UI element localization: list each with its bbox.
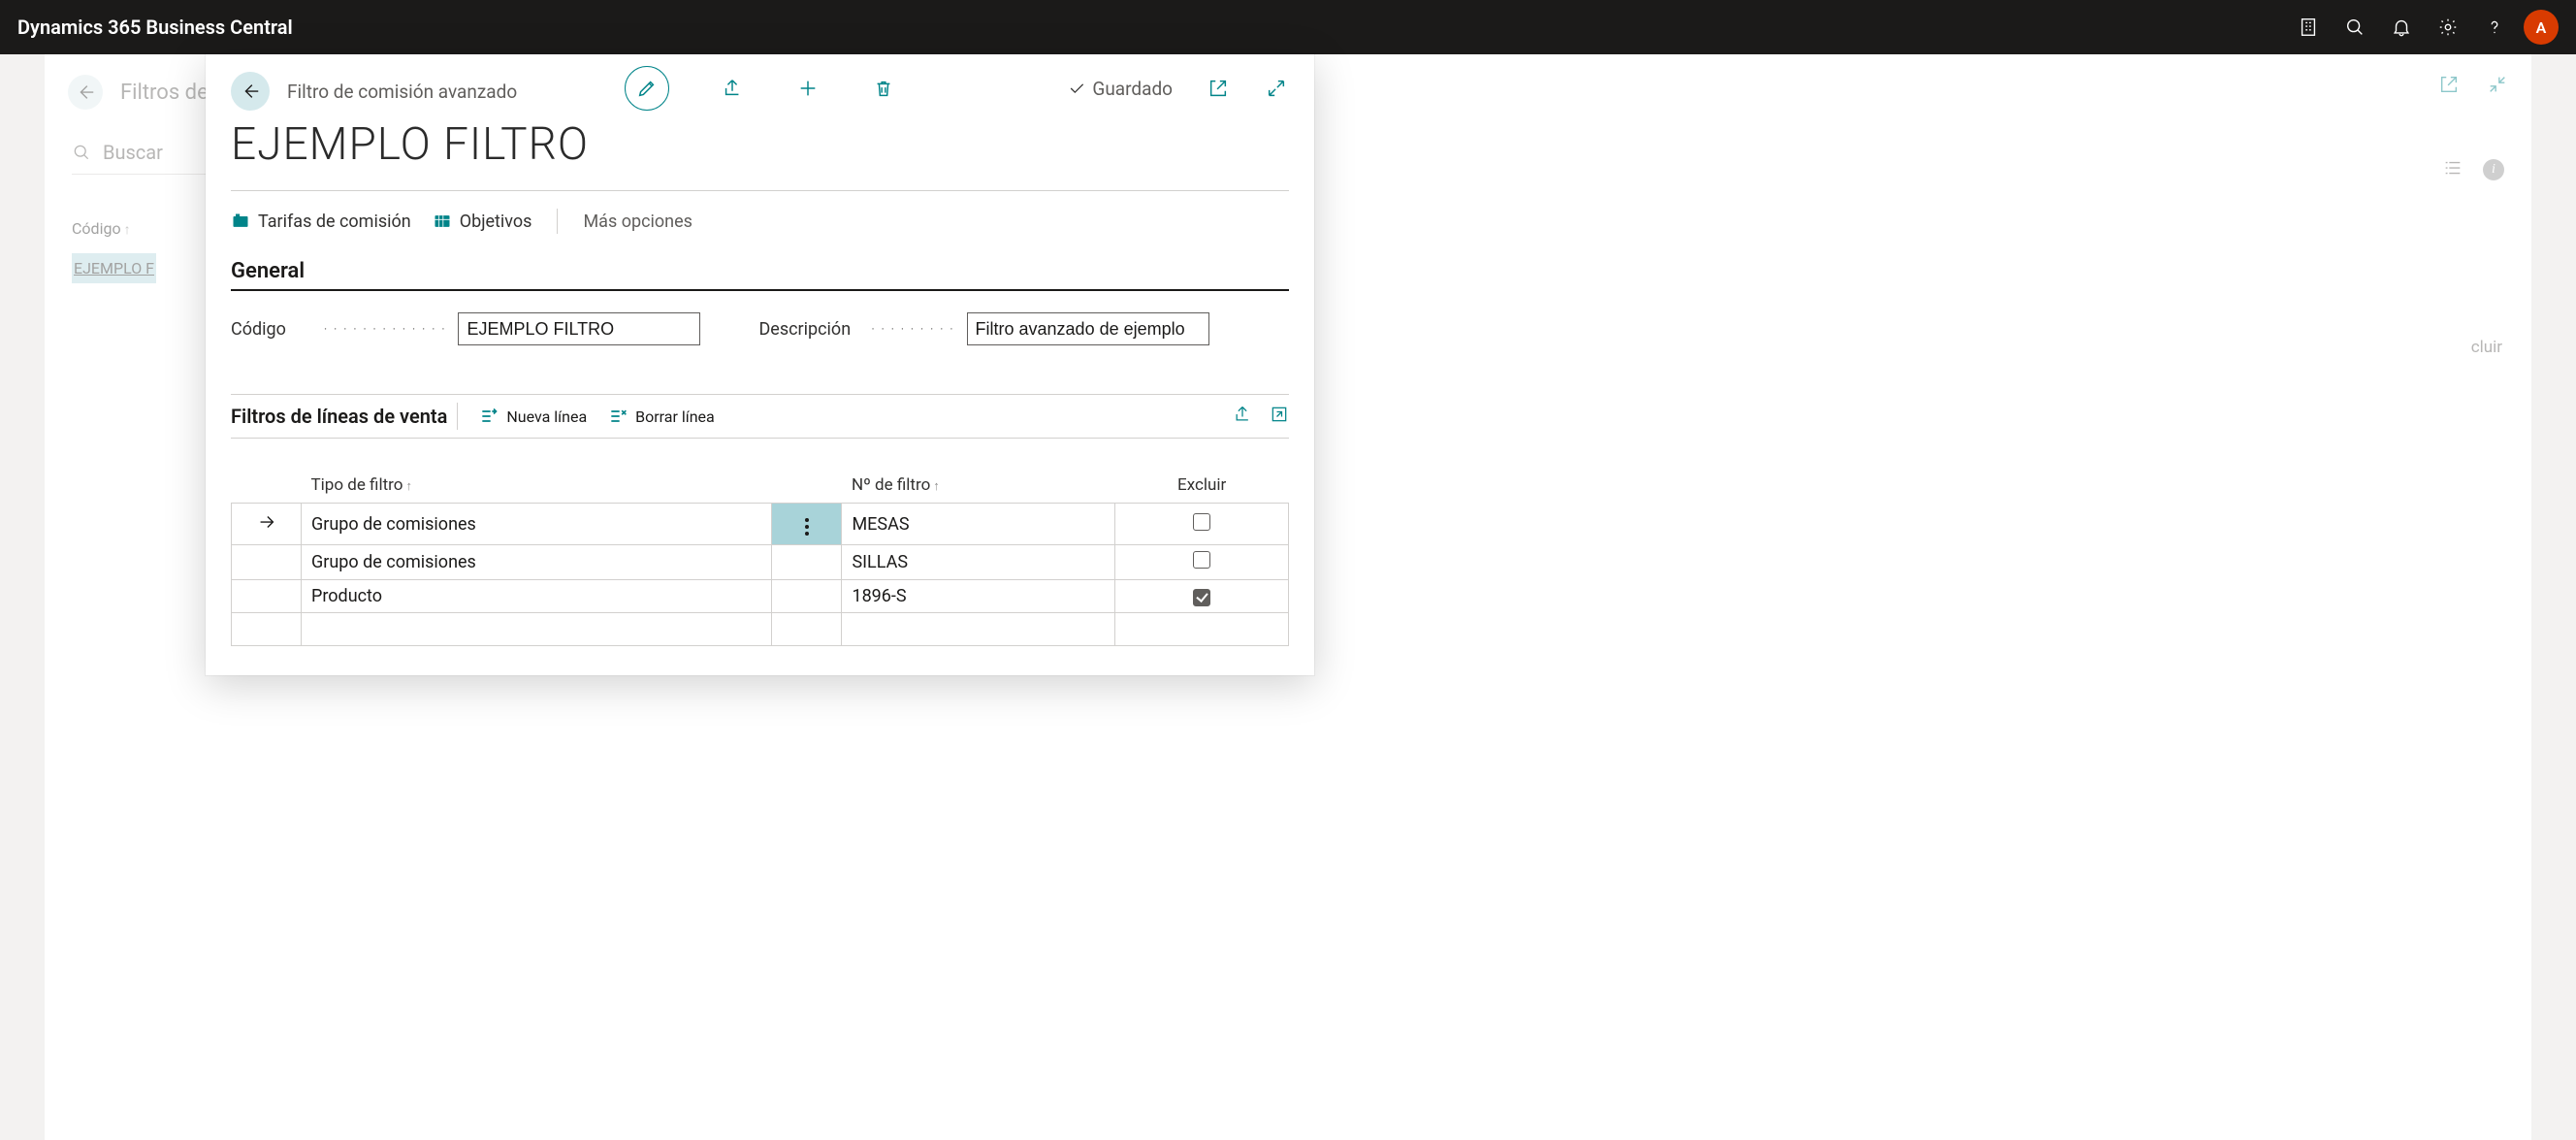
row-menu-button[interactable] (772, 580, 842, 613)
list-search-placeholder: Buscar (103, 141, 163, 164)
cell-num[interactable]: MESAS (842, 504, 1115, 545)
list-row-link[interactable]: EJEMPLO F (74, 259, 154, 277)
cell-excluir[interactable] (1115, 580, 1289, 613)
settings-icon[interactable] (2425, 4, 2471, 50)
cell-num[interactable]: SILLAS (842, 545, 1115, 580)
help-icon[interactable] (2471, 4, 2518, 50)
cell-excluir[interactable] (1115, 504, 1289, 545)
cell-tipo[interactable]: Grupo de comisiones (302, 504, 772, 545)
codigo-label: Código (231, 319, 318, 340)
edit-button[interactable] (625, 66, 669, 111)
col-num-filtro[interactable]: Nº de filtro↑ (842, 468, 1115, 504)
subpage-title: Filtros de líneas de venta (231, 403, 458, 430)
cell-num[interactable]: 1896-S (842, 580, 1115, 613)
table-row[interactable]: Grupo de comisiones SILLAS (232, 545, 1289, 580)
subpage-popout-icon[interactable] (1270, 405, 1289, 428)
more-options[interactable]: Más opciones (583, 212, 692, 232)
cell-tipo[interactable]: Producto (302, 580, 772, 613)
cell-tipo[interactable]: Grupo de comisiones (302, 545, 772, 580)
delete-line-button[interactable]: Borrar línea (608, 407, 715, 426)
new-line-button[interactable]: Nueva línea (479, 407, 587, 426)
descripcion-input[interactable] (967, 312, 1209, 345)
list-open-new-window-icon[interactable] (2438, 74, 2460, 99)
list-excluir-fragment: cluir (2471, 338, 2502, 357)
card-back-button[interactable] (231, 72, 270, 111)
notifications-icon[interactable] (2378, 4, 2425, 50)
app-brand: Dynamics 365 Business Central (17, 16, 293, 39)
card-breadcrumb: Filtro de comisión avanzado (287, 81, 517, 103)
record-card: Filtro de comisión avanzado Gua (206, 54, 1314, 675)
open-new-window-button[interactable] (1206, 76, 1231, 101)
expand-button[interactable] (1264, 76, 1289, 101)
environment-icon[interactable] (2285, 4, 2332, 50)
row-pointer-cell (232, 504, 302, 545)
table-row[interactable]: Producto 1896-S (232, 580, 1289, 613)
row-menu-button[interactable] (772, 504, 842, 545)
user-avatar[interactable]: A (2524, 10, 2559, 45)
row-pointer-cell (232, 580, 302, 613)
new-button[interactable] (795, 76, 821, 101)
record-title: EJEMPLO FILTRO (206, 111, 1314, 190)
col-tipo-filtro[interactable]: Tipo de filtro↑ (302, 468, 772, 504)
descripcion-label: Descripción (758, 319, 865, 340)
list-row-selected[interactable]: EJEMPLO F (72, 253, 156, 283)
table-row[interactable]: Grupo de comisiones MESAS (232, 504, 1289, 545)
row-menu-button[interactable] (772, 545, 842, 580)
codigo-input[interactable] (458, 312, 700, 345)
table-row-empty[interactable] (232, 613, 1289, 646)
list-back-button[interactable] (68, 75, 103, 110)
topbar: Dynamics 365 Business Central A (0, 0, 2576, 54)
tab-tarifas-comision[interactable]: Tarifas de comisión (231, 212, 411, 232)
cell-excluir[interactable] (1115, 545, 1289, 580)
delete-button[interactable] (871, 76, 896, 101)
tab-objetivos[interactable]: Objetivos (433, 212, 532, 232)
col-excluir[interactable]: Excluir (1115, 468, 1289, 504)
subpage-share-icon[interactable] (1233, 405, 1252, 428)
share-button[interactable] (720, 76, 745, 101)
lines-table: Tipo de filtro↑ Nº de filtro↑ Excluir Gr… (231, 468, 1289, 646)
global-search-icon[interactable] (2332, 4, 2378, 50)
list-view-icon[interactable] (2442, 157, 2463, 182)
list-collapse-icon[interactable] (2487, 74, 2508, 99)
info-icon[interactable]: i (2483, 159, 2504, 180)
saved-indicator: Guardado (1067, 78, 1173, 100)
section-general: General (231, 259, 1289, 291)
row-pointer-cell (232, 545, 302, 580)
